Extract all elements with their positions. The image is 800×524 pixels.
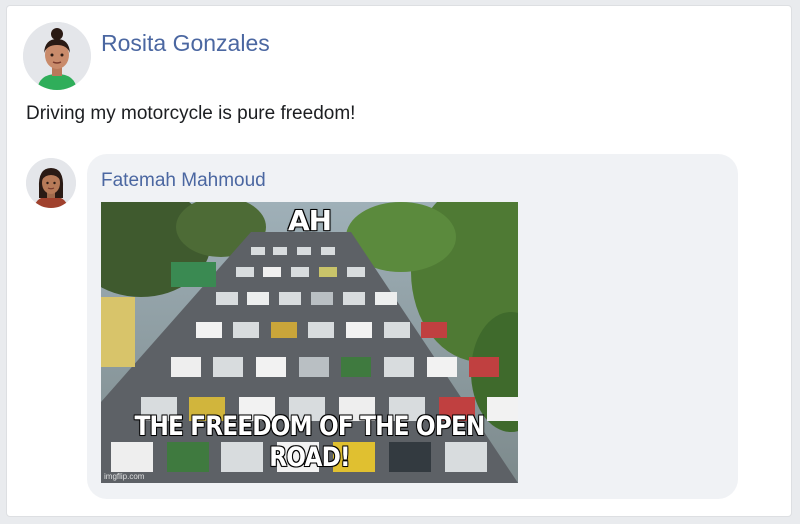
woman-avatar-icon [26, 158, 76, 208]
meme-bottom-text: THE FREEDOM OF THE OPEN ROAD! [134, 410, 486, 474]
meme-watermark: imgflip.com [104, 472, 145, 481]
woman-avatar-icon [23, 22, 91, 90]
meme-image[interactable]: AH THE FREEDOM OF THE OPEN ROAD! imgflip… [101, 202, 518, 483]
post-card: Rosita Gonzales Driving my motorcycle is… [6, 5, 792, 517]
author-avatar[interactable] [23, 22, 91, 90]
post-author-name[interactable]: Rosita Gonzales [101, 30, 270, 57]
comment-bubble: Fatemah Mahmoud AH THE FREEDOM OF THE OP… [87, 154, 738, 499]
meme-top-text: AH [287, 203, 333, 238]
commenter-avatar[interactable] [26, 158, 76, 208]
comment-author-name[interactable]: Fatemah Mahmoud [101, 170, 266, 192]
post-text: Driving my motorcycle is pure freedom! [26, 103, 356, 124]
